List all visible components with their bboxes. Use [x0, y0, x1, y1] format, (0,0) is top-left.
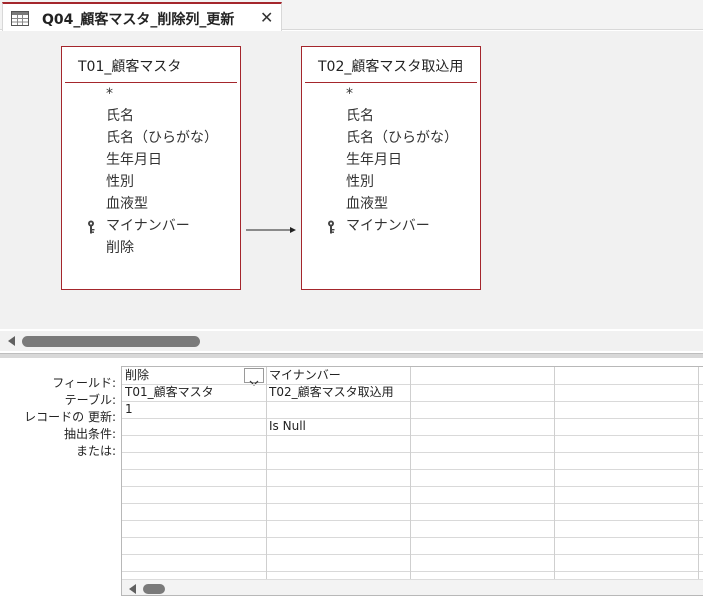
field-label: 削除 [106, 240, 134, 256]
scroll-left-icon[interactable] [8, 336, 15, 346]
row-label-field: フィールド: [52, 376, 116, 390]
query-design-surface[interactable]: T01_顧客マスタ * 氏名 氏名（ひらがな） 生年月日 性別 血液型 マイナンバー 削除 T… [0, 31, 703, 329]
field-item[interactable]: マイナンバー [62, 215, 240, 237]
field-item[interactable]: 性別 [62, 171, 240, 193]
table-title[interactable]: T02_顧客マスタ取込用 [318, 56, 463, 76]
field-label: 氏名（ひらがな） [346, 130, 458, 146]
design-grid-pane: フィールド: テーブル: レコードの 更新: 抽出条件: または: 削除 T01_… [0, 358, 703, 608]
table-cell[interactable]: T02_顧客マスタ取込用 [269, 384, 409, 401]
table-cell[interactable]: T01_顧客マスタ [125, 384, 265, 401]
grid-row-divider [122, 503, 703, 504]
field-item[interactable]: 氏名（ひらがな） [62, 127, 240, 149]
field-label: マイナンバー [106, 218, 190, 234]
grid-row-divider [122, 537, 703, 538]
field-cell[interactable] [413, 367, 553, 384]
field-list: * 氏名氏名（ひらがな） 生年月日性別血液型マイナンバー [302, 83, 480, 237]
update-cell[interactable] [269, 401, 409, 418]
table-title[interactable]: T01_顧客マスタ [78, 56, 181, 76]
field-item[interactable]: 血液型 [302, 193, 480, 215]
field-label: 血液型 [346, 196, 388, 212]
query-grid[interactable]: 削除 T01_顧客マスタ 1 マイナンバー T02_顧客マスタ取込用 Is Null [121, 366, 703, 596]
field-label: 氏名 [346, 108, 374, 124]
field-item[interactable]: * [62, 83, 240, 105]
field-item[interactable]: 性別 [302, 171, 480, 193]
field-cell[interactable]: 削除 [125, 367, 243, 384]
field-item[interactable]: マイナンバー [302, 215, 480, 237]
grid-row-divider [122, 554, 703, 555]
table-box-t01[interactable]: T01_顧客マスタ * 氏名氏名（ひらがな） 生年月日性別血液型マイナンバー 削除 [61, 46, 241, 290]
or-cell[interactable] [125, 435, 265, 452]
field-list: * 氏名氏名（ひらがな） 生年月日性別血液型マイナンバー 削除 [62, 83, 240, 259]
primary-key-icon [86, 219, 96, 234]
or-cell[interactable] [269, 435, 409, 452]
grid-column-divider [698, 367, 699, 579]
field-item[interactable]: * [302, 83, 480, 105]
field-label: 性別 [346, 174, 374, 190]
design-horizontal-scrollbar[interactable] [0, 331, 703, 351]
criteria-cell[interactable] [557, 418, 697, 435]
table-cell[interactable] [413, 384, 553, 401]
field-item[interactable]: 氏名 [302, 105, 480, 127]
field-label: * [346, 86, 353, 102]
field-label: 氏名（ひらがな） [106, 130, 218, 146]
field-label: 血液型 [106, 196, 148, 212]
table-box-t02[interactable]: T02_顧客マスタ取込用 * 氏名氏名（ひらがな） 生年月日性別血液型マイナンバー [301, 46, 481, 290]
grid-column-divider [554, 367, 555, 579]
scrollbar-thumb[interactable] [143, 584, 165, 594]
or-cell[interactable] [557, 435, 697, 452]
document-tab-strip: Q04_顧客マスタ_削除列_更新 ✕ [0, 0, 703, 31]
close-icon[interactable]: ✕ [260, 8, 273, 27]
field-item[interactable]: 血液型 [62, 193, 240, 215]
row-label-or: または: [75, 444, 116, 458]
grid-row-divider [122, 469, 703, 470]
field-item[interactable]: 生年月日 [62, 149, 240, 171]
field-cell[interactable]: マイナンバー [269, 367, 409, 384]
grid-row-divider [122, 520, 703, 521]
scrollbar-thumb[interactable] [22, 336, 200, 347]
field-label: 生年月日 [346, 152, 402, 168]
field-label: 氏名 [106, 108, 134, 124]
query-icon [11, 11, 29, 26]
grid-horizontal-scrollbar[interactable] [122, 579, 703, 595]
join-line[interactable] [246, 226, 296, 234]
tab-title: Q04_顧客マスタ_削除列_更新 [42, 12, 235, 28]
criteria-cell[interactable] [413, 418, 553, 435]
query-tab[interactable]: Q04_顧客マスタ_削除列_更新 ✕ [2, 2, 282, 31]
row-label-criteria: 抽出条件: [63, 427, 116, 441]
table-cell[interactable] [557, 384, 697, 401]
criteria-cell[interactable]: Is Null [269, 418, 409, 435]
field-label: マイナンバー [346, 218, 430, 234]
grid-row-divider [122, 571, 703, 572]
or-cell[interactable] [413, 435, 553, 452]
update-cell[interactable] [557, 401, 697, 418]
field-dropdown-button[interactable] [244, 368, 264, 386]
row-label-table: テーブル: [64, 393, 116, 407]
field-item[interactable]: 生年月日 [302, 149, 480, 171]
field-label: 性別 [106, 174, 134, 190]
grid-row-divider [122, 486, 703, 487]
primary-key-icon [326, 219, 336, 234]
scroll-left-icon[interactable] [129, 584, 136, 594]
row-label-update: レコードの 更新: [24, 410, 116, 424]
grid-column-divider [266, 367, 267, 579]
field-label: 生年月日 [106, 152, 162, 168]
field-item[interactable]: 氏名 [62, 105, 240, 127]
field-cell[interactable] [557, 367, 697, 384]
update-cell[interactable] [413, 401, 553, 418]
criteria-cell[interactable] [125, 418, 265, 435]
field-item[interactable]: 氏名（ひらがな） [302, 127, 480, 149]
update-cell[interactable]: 1 [125, 401, 265, 418]
field-item[interactable]: 削除 [62, 237, 240, 259]
grid-row-divider [122, 452, 703, 453]
chevron-down-icon [249, 372, 259, 386]
grid-column-divider [410, 367, 411, 579]
field-label: * [106, 86, 113, 102]
